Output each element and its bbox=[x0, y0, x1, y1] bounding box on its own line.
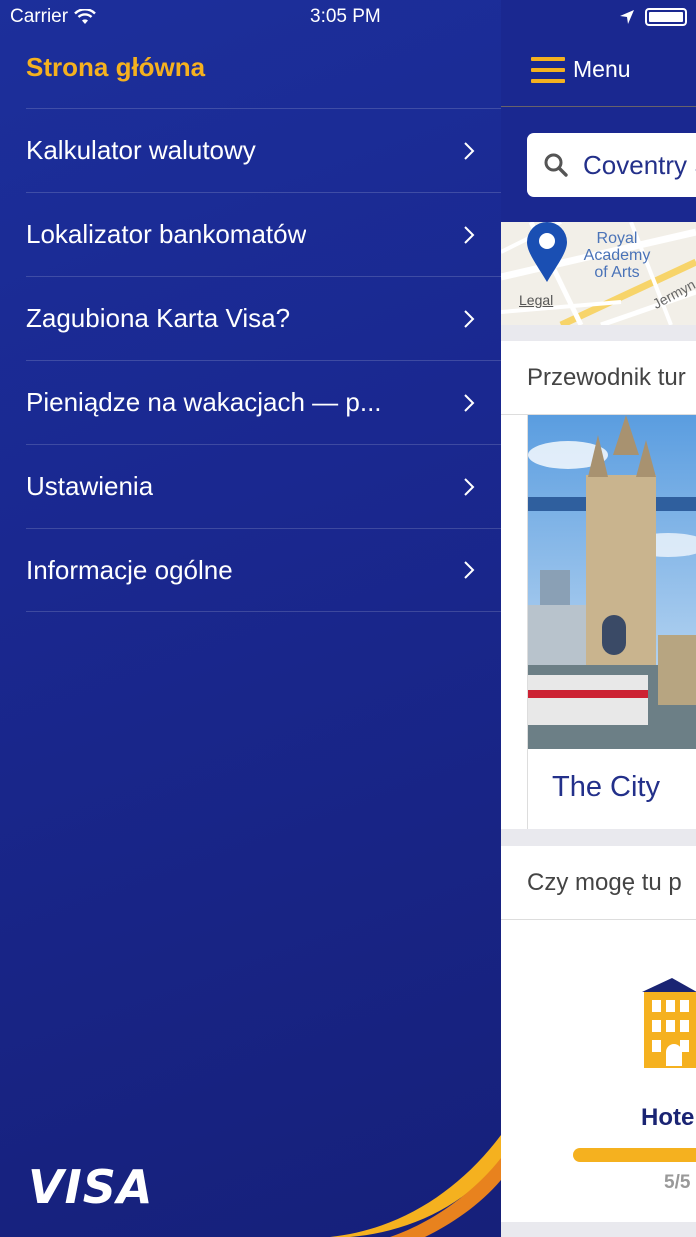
menu-item-lost-card[interactable]: Zagubiona Karta Visa? bbox=[26, 276, 501, 360]
battery-icon bbox=[645, 8, 687, 26]
acceptance-progress-bar bbox=[573, 1148, 696, 1162]
status-bar-left: Carrier bbox=[10, 6, 96, 28]
menu-item-currency-calculator[interactable]: Kalkulator walutowy bbox=[26, 108, 501, 192]
menu-button[interactable]: Menu bbox=[531, 56, 631, 83]
main-header: Menu Coventry S bbox=[501, 0, 696, 222]
menu-item-atm-locator[interactable]: Lokalizator bankomatów bbox=[26, 192, 501, 276]
menu-item-label: Lokalizator bankomatów bbox=[26, 219, 307, 249]
hotel-icon bbox=[642, 978, 696, 1068]
city-photo bbox=[528, 415, 696, 749]
chevron-right-icon bbox=[464, 393, 475, 412]
chevron-right-icon bbox=[464, 225, 475, 244]
acceptance-rating: 5/5 bbox=[664, 1172, 691, 1193]
map-pin-icon bbox=[527, 222, 567, 282]
city-name: The City bbox=[552, 771, 660, 803]
chevron-right-icon bbox=[464, 309, 475, 328]
chevron-right-icon bbox=[464, 477, 475, 496]
visa-logo: VISA bbox=[28, 1160, 154, 1214]
hamburger-icon bbox=[531, 56, 565, 83]
chevron-right-icon bbox=[464, 561, 475, 579]
drawer-menu-list: Kalkulator walutowy Lokalizator bankomat… bbox=[26, 108, 501, 612]
menu-button-label: Menu bbox=[573, 56, 631, 82]
menu-item-label: Ustawienia bbox=[26, 471, 154, 501]
chevron-right-icon bbox=[464, 141, 475, 160]
drawer-home-link[interactable]: Strona główna bbox=[26, 52, 205, 83]
location-arrow-icon bbox=[620, 10, 634, 24]
carrier-label: Carrier bbox=[10, 6, 69, 27]
brand-swoosh-decoration bbox=[330, 1135, 501, 1237]
search-input[interactable]: Coventry S bbox=[527, 133, 696, 197]
category-label: Hote bbox=[641, 1104, 695, 1131]
main-content: Menu Coventry S Royal Acade bbox=[501, 0, 696, 1237]
card-title: Przewodnik tur bbox=[501, 341, 696, 415]
status-bar-right bbox=[619, 8, 687, 26]
menu-item-label: Zagubiona Karta Visa? bbox=[26, 303, 291, 333]
header-divider bbox=[501, 106, 696, 107]
menu-item-label: Informacje ogólne bbox=[26, 554, 233, 585]
wifi-icon bbox=[74, 9, 96, 24]
map-legal-link[interactable]: Legal bbox=[519, 292, 553, 308]
menu-item-label: Kalkulator walutowy bbox=[26, 135, 256, 165]
side-menu-drawer: Carrier 3:05 PM Strona główna Kalkulator… bbox=[0, 0, 501, 1237]
menu-item-general-info[interactable]: Informacje ogólne bbox=[26, 528, 501, 612]
map-view[interactable]: Royal Academy of Arts Legal Jermyn bbox=[501, 222, 696, 325]
map-poi-label: Royal Academy of Arts bbox=[583, 230, 651, 281]
card-title: Czy mogę tu p bbox=[501, 846, 696, 920]
menu-item-label: Pieniądze na wakacjach — p... bbox=[26, 387, 382, 417]
search-icon bbox=[544, 153, 568, 177]
search-input-value: Coventry S bbox=[583, 149, 696, 180]
status-time: 3:05 PM bbox=[310, 6, 381, 27]
menu-item-holiday-money[interactable]: Pieniądze na wakacjach — p... bbox=[26, 360, 501, 444]
city-tile[interactable]: The City bbox=[527, 415, 696, 829]
menu-item-settings[interactable]: Ustawienia bbox=[26, 444, 501, 528]
